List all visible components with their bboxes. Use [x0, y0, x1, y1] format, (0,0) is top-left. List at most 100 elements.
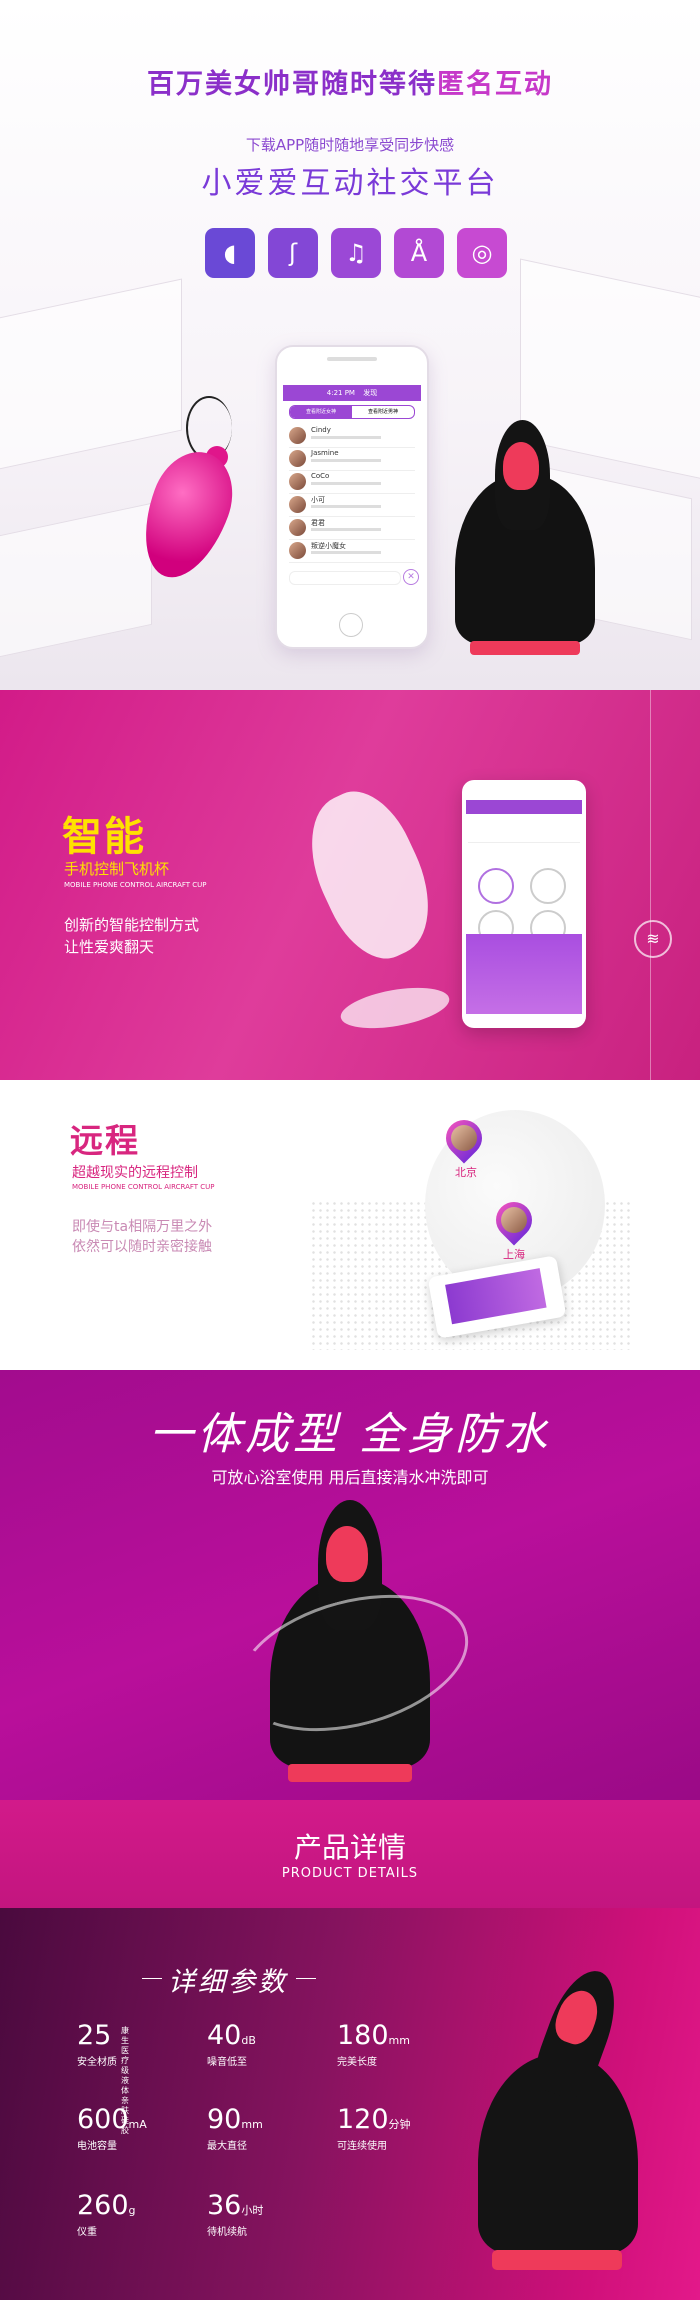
dancer-icon: Å [394, 228, 444, 278]
contact-item[interactable]: 小可 [289, 494, 415, 517]
hero-title-main: 百万美女帅哥随时等待 [147, 69, 437, 100]
contact-item[interactable]: Cindy [289, 425, 415, 448]
control-phone-mockup [462, 780, 586, 1028]
param-item: 120分钟 可连续使用 [337, 2104, 411, 2152]
smart-desc-1: 创新的智能控制方式 [64, 916, 200, 934]
param-item: 90mm 最大直径 [207, 2104, 263, 2152]
avatar [289, 427, 306, 444]
contact-item[interactable]: 叛逆小魔女 [289, 540, 415, 563]
param-label: 可连续使用 [337, 2141, 387, 2152]
param-label: 待机续航 [207, 2227, 247, 2238]
param-value: 260 [77, 2190, 129, 2221]
param-unit: 小时 [241, 2204, 264, 2217]
contact-name: 叛逆小魔女 [311, 542, 346, 550]
avatar [289, 473, 306, 490]
contact-item[interactable]: CoCo [289, 471, 415, 494]
body-touch-icon: ʃ [268, 228, 318, 278]
param-item: 40dB 噪音低至 [207, 2020, 256, 2068]
waterproof-subtitle: 可放心浴室使用 用后直接清水冲洗即可 [211, 1468, 489, 1487]
contact-name: 君君 [311, 519, 325, 527]
smart-subtitle: 手机控制飞机杯 [64, 860, 170, 878]
hero-section: 百万美女帅哥随时等待匿名互动 下载APP随时随地享受同步快感 小爱爱互动社交平台… [0, 0, 700, 690]
waterproof-title: 一体成型 全身防水 [149, 1409, 551, 1460]
params-title: 详细参数 [168, 1967, 288, 1998]
param-item: 25 康生医疗 级液体亲肤硅胶 安全材质 [77, 2020, 129, 2135]
remote-section: 远程 超越现实的远程控制 MOBILE PHONE CONTROL AIRCRA… [0, 1080, 700, 1370]
param-label: 安全材质 [77, 2057, 117, 2068]
aircraft-cup-product [455, 420, 595, 660]
background-app-screen [0, 502, 152, 660]
remote-subtitle-en: MOBILE PHONE CONTROL AIRCRAFT CUP [72, 1183, 215, 1191]
app-phone-mockup: 4:21 PM 发现 查看附近女神 查看附近男神 Cindy Jasmine C… [275, 345, 429, 649]
decorative-shape [288, 776, 452, 974]
contact-name: Cindy [311, 426, 331, 434]
avatar [289, 450, 306, 467]
feature-icon-row: ◖ ʃ ♫ Å ◎ [205, 228, 507, 278]
close-icon[interactable]: ✕ [403, 569, 419, 585]
decorative-shape [337, 980, 453, 1036]
param-label: 电池容量 [77, 2141, 117, 2152]
param-label: 完美长度 [337, 2057, 377, 2068]
mode-button[interactable] [530, 868, 566, 904]
aircraft-cup-product [478, 1961, 638, 2278]
city-label-shanghai: 上海 [503, 1248, 525, 1261]
title-line [142, 1978, 162, 1979]
egg-vibrator-icon: ◖ [205, 228, 255, 278]
param-item: 260g 仪重 [77, 2190, 136, 2238]
wireless-icon: ≋ [634, 920, 672, 958]
remote-title: 远程 [70, 1121, 140, 1160]
param-value: 600 [77, 2104, 129, 2135]
avatar [289, 519, 306, 536]
param-value: 180 [337, 2020, 389, 2051]
param-unit: 分钟 [388, 2118, 411, 2131]
contact-item[interactable]: 君君 [289, 517, 415, 540]
title-line [296, 1978, 316, 1979]
param-label: 仪重 [77, 2227, 97, 2238]
param-value: 25 [77, 2020, 112, 2051]
avatar [451, 1125, 477, 1151]
app-tabs: 查看附近女神 查看附近男神 [289, 405, 415, 419]
avatar [289, 496, 306, 513]
app-header [466, 800, 582, 814]
param-value: 90 [207, 2104, 242, 2135]
tab-nearby-female[interactable]: 查看附近女神 [290, 406, 352, 418]
contact-item[interactable]: Jasmine [289, 448, 415, 471]
param-value: 40 [207, 2020, 242, 2051]
background-app-screen [0, 278, 182, 474]
hero-title: 百万美女帅哥随时等待匿名互动 [0, 62, 700, 101]
mode-button[interactable] [478, 868, 514, 904]
contact-name: 小可 [311, 496, 325, 504]
mode-tabs[interactable] [468, 820, 580, 843]
smart-title: 智能 [62, 814, 146, 860]
smart-section: 智能 手机控制飞机杯 MOBILE PHONE CONTROL AIRCRAFT… [0, 690, 700, 1080]
platform-name: 小爱爱互动社交平台 [201, 166, 499, 201]
waterproof-section: 一体成型 全身防水 可放心浴室使用 用后直接清水冲洗即可 [0, 1370, 700, 1800]
param-item: 36小时 待机续航 [207, 2190, 263, 2238]
app-header-title: 发现 [363, 389, 378, 397]
remote-desc-2: 依然可以随时亲密接触 [72, 1239, 212, 1255]
tab-nearby-male[interactable]: 查看附近男神 [352, 406, 414, 418]
divider-line [650, 690, 651, 1080]
param-label: 噪音低至 [207, 2057, 247, 2068]
param-unit: g [128, 2204, 136, 2217]
avatar [501, 1207, 527, 1233]
remote-desc-1: 即使与ta相隔万里之外 [72, 1219, 213, 1235]
details-title: 产品详情 [293, 1831, 406, 1864]
control-panel[interactable] [466, 934, 582, 1014]
param-value: 36 [207, 2190, 242, 2221]
home-button[interactable] [339, 613, 363, 637]
params-section: 详细参数 25 康生医疗 级液体亲肤硅胶 安全材质 40dB 噪音低至 180mm… [0, 1908, 700, 2300]
param-item: 180mm 完美长度 [337, 2020, 410, 2068]
param-unit: mA [128, 2118, 147, 2131]
app-input[interactable] [289, 571, 401, 585]
details-title-en: PRODUCT DETAILS [281, 1866, 419, 1881]
music-note-icon: ♫ [331, 228, 381, 278]
hero-subtitle: 下载APP随时随地享受同步快感 [245, 136, 455, 154]
param-item: 600mA 电池容量 [77, 2104, 147, 2152]
param-label: 最大直径 [207, 2141, 247, 2152]
water-splash [222, 1571, 484, 1755]
wireless-icon: ◎ [457, 228, 507, 278]
hero-title-highlight: 匿名互动 [437, 69, 553, 100]
smart-subtitle-en: MOBILE PHONE CONTROL AIRCRAFT CUP [64, 881, 207, 889]
param-unit: mm [388, 2034, 410, 2047]
